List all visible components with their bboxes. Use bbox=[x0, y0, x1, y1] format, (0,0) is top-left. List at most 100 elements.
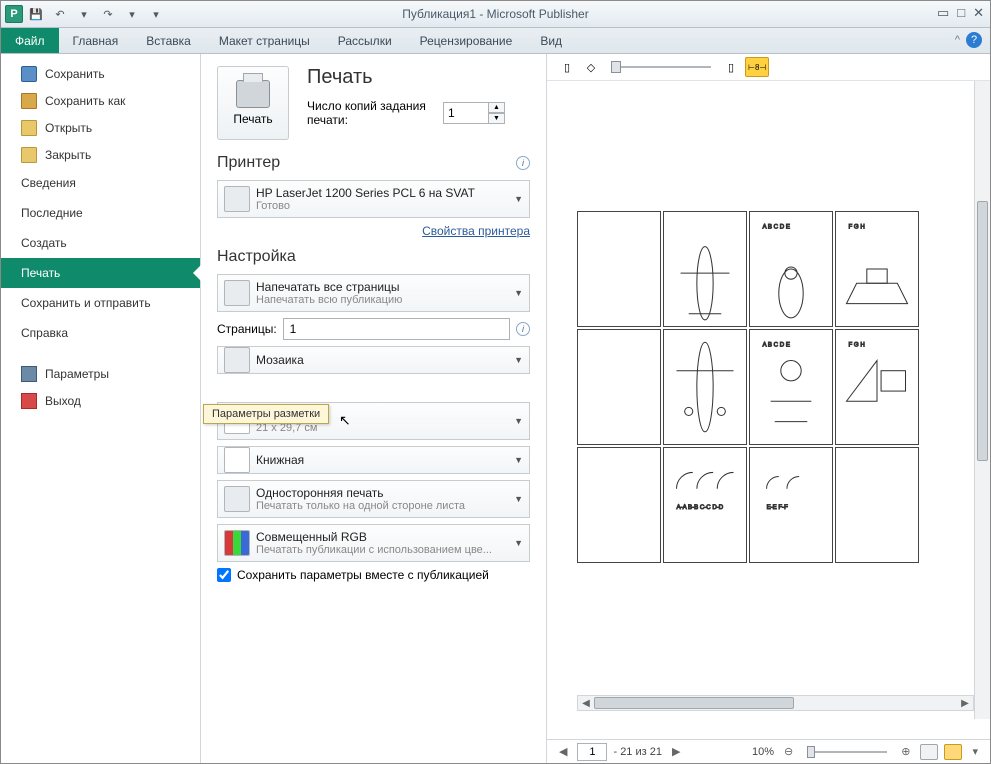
print-heading: Печать bbox=[307, 66, 505, 89]
qat-redo-more-icon[interactable]: ▾ bbox=[121, 3, 143, 25]
tab-insert[interactable]: Вставка bbox=[132, 28, 205, 53]
nav-exit[interactable]: Выход bbox=[1, 387, 200, 414]
printer-dropdown[interactable]: HP LaserJet 1200 Series PCL 6 на SVAT Го… bbox=[217, 180, 530, 218]
print-settings-panel: Печать Печать Число копий задания печати… bbox=[201, 54, 546, 763]
orientation-icon bbox=[224, 447, 250, 473]
save-settings-label: Сохранить параметры вместе с публикацией bbox=[237, 568, 489, 582]
nav-recent[interactable]: Последние bbox=[1, 198, 200, 228]
nav-info[interactable]: Сведения bbox=[1, 168, 200, 198]
chevron-down-icon: ▼ bbox=[508, 538, 523, 548]
next-page-button[interactable]: ▶ bbox=[668, 745, 684, 758]
qat-save-icon[interactable]: 💾 bbox=[25, 3, 47, 25]
pages-icon bbox=[224, 280, 250, 306]
save-settings-checkbox[interactable] bbox=[217, 568, 231, 582]
orientation-dropdown[interactable]: Книжная ▼ bbox=[217, 446, 530, 474]
maximize-button[interactable]: □ bbox=[957, 5, 965, 21]
print-range-dropdown[interactable]: Напечатать все страницы Напечатать всю п… bbox=[217, 274, 530, 312]
svg-text:A B C D E: A B C D E bbox=[763, 341, 790, 348]
nav-open[interactable]: Открыть bbox=[1, 114, 200, 141]
tile-dropdown[interactable]: Мозаика ▼ bbox=[217, 346, 530, 374]
duplex-dropdown[interactable]: Односторонняя печать Печатать только на … bbox=[217, 480, 530, 518]
nav-close[interactable]: Закрыть bbox=[1, 141, 200, 168]
copies-input[interactable] bbox=[443, 102, 489, 124]
svg-text:F G H: F G H bbox=[849, 341, 865, 348]
preview-page: A-A B-B C-C D-D bbox=[663, 447, 747, 563]
multi-page-view-icon[interactable] bbox=[944, 744, 962, 760]
preview-page bbox=[577, 329, 661, 445]
preview-page bbox=[577, 211, 661, 327]
preview-page: E-E F-F bbox=[749, 447, 833, 563]
single-page-view-icon[interactable] bbox=[920, 744, 938, 760]
svg-text:A-A B-B C-C D-D: A-A B-B C-C D-D bbox=[677, 504, 724, 511]
pages-input[interactable] bbox=[283, 318, 510, 340]
preview-page: A B C D E bbox=[749, 211, 833, 327]
color-dropdown[interactable]: Совмещенный RGB Печатать публикации с ис… bbox=[217, 524, 530, 562]
printer-info-icon[interactable]: i bbox=[516, 156, 530, 170]
status-more-icon[interactable]: ▾ bbox=[968, 745, 982, 758]
printer-icon bbox=[236, 80, 270, 108]
nav-save[interactable]: Сохранить bbox=[1, 60, 200, 87]
zoom-in-button[interactable]: ⊕ bbox=[897, 745, 914, 758]
preview-canvas[interactable]: A B C D E F G H A B C D E F G H A-A B-B … bbox=[547, 80, 990, 739]
qat-redo-icon[interactable]: ↷ bbox=[97, 3, 119, 25]
copies-spinner[interactable]: ▲▼ bbox=[443, 102, 505, 124]
preview-page bbox=[577, 447, 661, 563]
rgb-icon bbox=[224, 530, 250, 556]
vertical-scrollbar[interactable] bbox=[974, 81, 990, 719]
preview-page-grid: A B C D E F G H A B C D E F G H A-A B-B … bbox=[577, 211, 919, 563]
window-controls: ▭ □ ✕ bbox=[937, 5, 984, 21]
prev-page-button[interactable]: ◀ bbox=[555, 745, 571, 758]
nav-new[interactable]: Создать bbox=[1, 228, 200, 258]
ruler-toggle-icon[interactable]: ⊢8⊣ bbox=[745, 57, 769, 77]
qat-undo-more-icon[interactable]: ▾ bbox=[73, 3, 95, 25]
print-button[interactable]: Печать bbox=[217, 66, 289, 140]
chevron-down-icon: ▼ bbox=[508, 455, 523, 465]
zoom-out-button[interactable]: ⊖ bbox=[780, 745, 797, 758]
page-count-icon[interactable]: ▯ bbox=[721, 57, 741, 77]
preview-page: F G H bbox=[835, 329, 919, 445]
tab-home[interactable]: Главная bbox=[59, 28, 133, 53]
close-icon bbox=[21, 147, 37, 163]
title-bar: P 💾 ↶ ▾ ↷ ▾ ▾ Публикация1 - Microsoft Pu… bbox=[1, 1, 990, 28]
help-icon[interactable]: ? bbox=[966, 32, 982, 48]
minimize-button[interactable]: ▭ bbox=[937, 5, 949, 21]
preview-slider[interactable] bbox=[611, 66, 711, 68]
chevron-down-icon: ▼ bbox=[508, 194, 523, 204]
options-icon bbox=[21, 366, 37, 382]
zoom-slider[interactable] bbox=[807, 751, 887, 753]
backstage-view: Сохранить Сохранить как Открыть Закрыть … bbox=[1, 54, 990, 763]
nav-help[interactable]: Справка bbox=[1, 318, 200, 348]
page-count-label: - 21 из 21 bbox=[613, 746, 662, 758]
svg-text:F G H: F G H bbox=[849, 223, 865, 230]
nav-share[interactable]: Сохранить и отправить bbox=[1, 288, 200, 318]
preview-page bbox=[663, 211, 747, 327]
app-icon[interactable]: P bbox=[5, 5, 23, 23]
current-page-input[interactable] bbox=[577, 743, 607, 761]
printer-device-icon bbox=[224, 186, 250, 212]
backstage-nav: Сохранить Сохранить как Открыть Закрыть … bbox=[1, 54, 201, 763]
copies-up[interactable]: ▲ bbox=[489, 102, 505, 113]
preview-page: F G H bbox=[835, 211, 919, 327]
close-button[interactable]: ✕ bbox=[973, 5, 984, 21]
tab-review[interactable]: Рецензирование bbox=[406, 28, 527, 53]
printer-properties-link[interactable]: Свойства принтера bbox=[422, 224, 530, 238]
tab-file[interactable]: Файл bbox=[1, 28, 59, 53]
tab-page-layout[interactable]: Макет страницы bbox=[205, 28, 324, 53]
nav-save-as[interactable]: Сохранить как bbox=[1, 87, 200, 114]
horizontal-scrollbar[interactable]: ◀▶ bbox=[577, 695, 974, 711]
nav-options[interactable]: Параметры bbox=[1, 360, 200, 387]
nav-print[interactable]: Печать bbox=[1, 258, 200, 288]
copies-down[interactable]: ▼ bbox=[489, 113, 505, 124]
minimize-ribbon-icon[interactable]: ^ bbox=[955, 34, 960, 46]
layout-options-tooltip: Параметры разметки bbox=[203, 404, 329, 424]
qat-customize-icon[interactable]: ▾ bbox=[145, 3, 167, 25]
first-page-icon[interactable]: ▯ bbox=[557, 57, 577, 77]
printer-section-heading: Принтер bbox=[217, 154, 280, 172]
tab-mailings[interactable]: Рассылки bbox=[324, 28, 406, 53]
tab-view[interactable]: Вид bbox=[526, 28, 576, 53]
qat-undo-icon[interactable]: ↶ bbox=[49, 3, 71, 25]
chevron-down-icon: ▼ bbox=[508, 416, 523, 426]
pages-info-icon[interactable]: i bbox=[516, 322, 530, 336]
pages-label: Страницы: bbox=[217, 322, 277, 336]
slider-handle-icon[interactable]: ◇ bbox=[581, 57, 601, 77]
